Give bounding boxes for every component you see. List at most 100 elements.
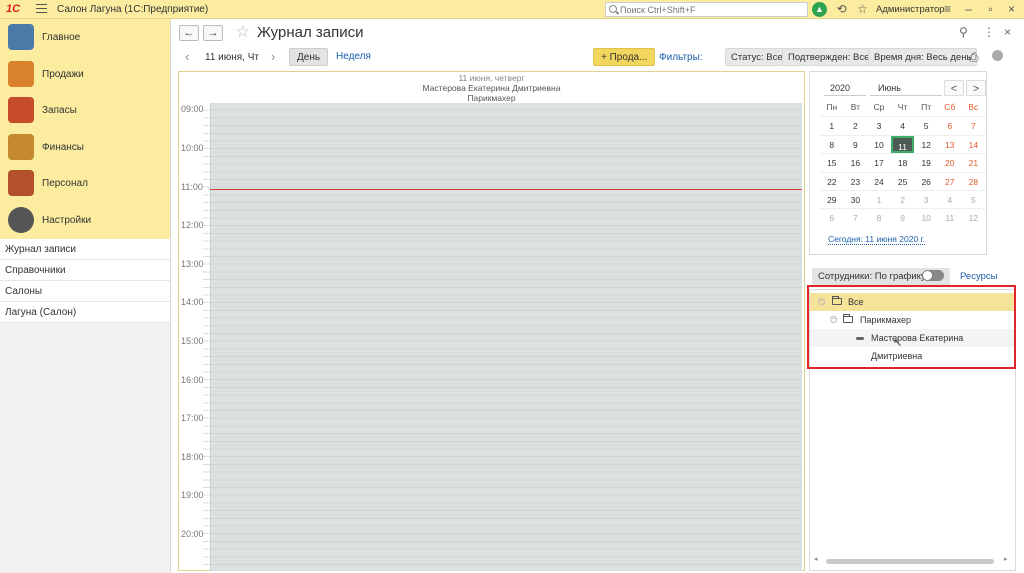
calendar-grid: Пн Вт Ср Чт Пт Сб Вс 1 2 3 4 5 6 7 8 9 1… [820,98,986,227]
calendar-day[interactable]: 25 [891,173,915,190]
prev-day-icon[interactable]: ‹ [185,49,189,64]
section-sales[interactable]: Продажи [0,56,170,93]
calendar-day[interactable]: 17 [867,154,891,171]
week-row: 22 23 24 25 26 27 28 [820,171,986,190]
calendar-day-other-month[interactable]: 11 [938,209,962,226]
calendar-day-other-month[interactable]: 7 [844,209,868,226]
search-input[interactable] [620,3,800,16]
scroll-left-icon[interactable]: ◂ [814,555,818,563]
favorites-icon[interactable]: ☆ [855,2,870,17]
calendar-day-selected[interactable]: 11 [890,135,915,154]
daytime-filter-chip[interactable]: Время дня: Весь день [868,48,978,66]
section-stock[interactable]: Запасы [0,92,170,129]
section-staff[interactable]: Персонал [0,165,170,202]
calendar-day[interactable]: 2 [844,117,868,134]
year-select[interactable]: 2020 [824,80,866,96]
close-icon[interactable]: × [1004,2,1019,17]
settings-icon[interactable] [992,50,1003,61]
calendar-day[interactable]: 23 [844,173,868,190]
calendar-day-other-month[interactable]: 5 [962,191,986,208]
calendar-day[interactable]: 22 [820,173,844,190]
calendar-day-other-month[interactable]: 1 [867,191,891,208]
nav-item-laguna[interactable]: Лагуна (Салон) [0,302,170,323]
minimize-icon[interactable]: – [961,2,976,17]
status-filter-chip[interactable]: Статус: Все [725,48,789,66]
calendar-day[interactable]: 5 [914,117,938,134]
print-icon[interactable]: ⎙ [969,50,979,65]
calendar-day[interactable]: 3 [867,117,891,134]
section-finance[interactable]: Финансы [0,129,170,166]
search-field[interactable] [605,2,808,17]
calendar-day[interactable]: 30 [844,191,868,208]
day-view-button[interactable]: День [289,48,329,66]
calendar-day[interactable]: 24 [867,173,891,190]
weekday: Вс [968,102,979,112]
calendar-day[interactable]: 16 [844,154,868,171]
week-view-button[interactable]: Неделя [329,48,378,66]
day-header-position: Парикмахер [467,93,516,103]
history-icon[interactable]: ⟲ [834,2,849,17]
calendar-day-other-month[interactable]: 10 [914,209,938,226]
tab-resources[interactable]: Ресурсы [960,271,997,282]
horizontal-scrollbar[interactable] [826,559,994,564]
calendar-day[interactable]: 9 [844,136,868,153]
next-month-button[interactable]: > [966,80,986,96]
forward-button[interactable]: → [203,25,223,41]
calendar-day-other-month[interactable]: 8 [867,209,891,226]
calendar-day[interactable]: 29 [820,191,844,208]
calendar-day[interactable]: 1 [820,117,844,134]
back-button[interactable]: ← [179,25,199,41]
section-main[interactable]: Главное [0,19,170,56]
calendar-day-other-month[interactable]: 9 [891,209,915,226]
next-day-icon[interactable]: › [271,49,275,64]
calendar-day-other-month[interactable]: 2 [891,191,915,208]
calendar-day-other-month[interactable]: 12 [962,209,986,226]
calendar-day[interactable]: 6 [938,117,962,134]
calendar-day[interactable]: 10 [867,136,891,153]
section-settings[interactable]: Настройки [0,202,170,239]
section-label: Персонал [42,178,88,189]
nav-item-journal[interactable]: Журнал записи [0,239,170,260]
notifications-icon[interactable]: ▲ [812,2,827,17]
settings-menu-icon[interactable]: ≡ [940,2,955,17]
calendar-day[interactable]: 7 [962,117,986,134]
calendar-day[interactable]: 13 [938,136,962,153]
prev-month-button[interactable]: < [944,80,964,96]
scroll-right-icon[interactable]: ▸ [1004,555,1008,563]
link-icon[interactable]: ⚲ [959,25,968,39]
sale-button[interactable]: + Прода... [593,48,656,66]
calendar-day[interactable]: 4 [891,117,915,134]
calendar-day[interactable]: 27 [938,173,962,190]
calendar-day-other-month[interactable]: 3 [914,191,938,208]
calendar-day[interactable]: 20 [938,154,962,171]
calendar-day-other-month[interactable]: 4 [938,191,962,208]
restore-icon[interactable]: ▫ [983,2,998,17]
month-select[interactable]: Июнь [870,80,942,96]
day-header-date: 11 июня, четверг [458,73,525,83]
calendar-day[interactable]: 26 [914,173,938,190]
page-title: Журнал записи [257,24,364,41]
calendar-day[interactable]: 15 [820,154,844,171]
more-icon[interactable]: ⋮ [983,25,995,39]
calendar-day[interactable]: 21 [962,154,986,171]
nav-item-salons[interactable]: Салоны [0,281,170,302]
calendar-day[interactable]: 12 [914,136,938,153]
schedule-toggle[interactable] [922,270,944,281]
filters-link[interactable]: Фильтры: [659,52,703,63]
time-slots[interactable] [210,103,802,571]
nav-item-references[interactable]: Справочники [0,260,170,281]
today-link[interactable]: Сегодня: 11 июня 2020 г. [828,234,925,245]
calendar-day[interactable]: 18 [891,154,915,171]
calendar-day[interactable]: 19 [914,154,938,171]
calendar-day[interactable]: 8 [820,136,844,153]
confirmed-filter-chip[interactable]: Подтвержден: Все [782,48,876,66]
app-title: Салон Лагуна (1С:Предприятие) [57,4,209,15]
close-form-icon[interactable]: × [1004,25,1011,39]
calendar-day[interactable]: 14 [962,136,986,153]
day-header: 11 июня, четверг Мастерова Екатерина Дми… [179,72,804,103]
star-icon[interactable]: ☆ [235,22,250,42]
calendar-day[interactable]: 28 [962,173,986,190]
menu-icon[interactable] [36,4,47,13]
user-name[interactable]: Администратор [876,4,945,15]
calendar-day-other-month[interactable]: 6 [820,209,844,226]
